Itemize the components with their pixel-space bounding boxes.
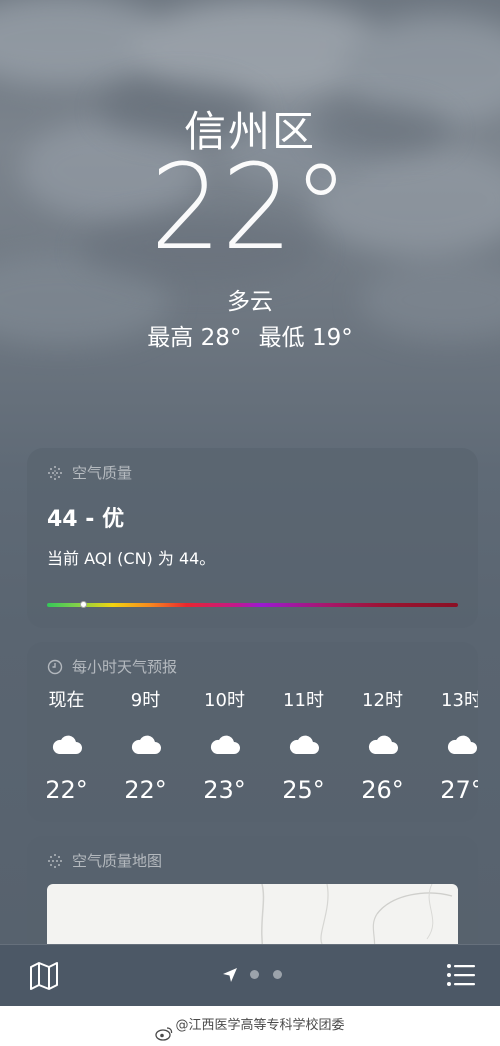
hour-temperature: 22° [45, 776, 88, 804]
cloud-icon [185, 722, 264, 766]
hourly-item: 现在 22° [27, 688, 106, 804]
air-quality-title: 空气质量 [72, 464, 133, 482]
page-dot-2[interactable] [273, 970, 282, 979]
hourly-forecast-list[interactable]: 现在 22° 9时 22° 10时 23° 11时 25° 12时 26° 13时 27° [27, 688, 478, 804]
air-quality-icon [47, 465, 63, 481]
hourly-item: 9时 22° [106, 688, 185, 804]
cloud-icon [106, 722, 185, 766]
hourly-forecast-card[interactable]: 每小时天气预报 现在 22° 9时 22° 10时 23° 11时 25° 12时 26° 13时 2… [27, 642, 478, 822]
hour-time: 12时 [362, 690, 403, 711]
air-quality-card[interactable]: 空气质量 44 - 优 当前 AQI (CN) 为 44。 [27, 448, 478, 628]
current-temperature: 22° [150, 138, 350, 276]
air-quality-map-title: 空气质量地图 [72, 852, 163, 870]
page-dot-1[interactable] [250, 970, 259, 979]
hourly-forecast-header: 每小时天气预报 [47, 656, 458, 677]
cloud-icon [343, 722, 422, 766]
hourly-item: 10时 23° [185, 688, 264, 804]
hour-temperature: 23° [203, 776, 246, 804]
bottom-toolbar [0, 944, 500, 1006]
hour-temperature: 22° [124, 776, 167, 804]
hour-time: 9时 [130, 690, 161, 711]
watermark: @江西医学高等专科学校团委 [0, 1006, 500, 1046]
air-quality-icon [47, 853, 63, 869]
hour-time: 13时 [441, 690, 478, 711]
hourly-item: 11时 25° [264, 688, 343, 804]
weather-condition: 多云 [227, 289, 273, 315]
cloud-icon [422, 722, 478, 766]
hourly-forecast-title: 每小时天气预报 [72, 658, 178, 676]
hourly-item: 12时 26° [343, 688, 422, 804]
watermark-text: @江西医学高等专科学校团委 [175, 1018, 345, 1033]
hour-temperature: 26° [361, 776, 404, 804]
cloud-icon [27, 722, 106, 766]
hour-time: 现在 [48, 690, 85, 711]
air-quality-header: 空气质量 [47, 462, 458, 483]
high-temperature: 最高 28° [147, 325, 242, 351]
hour-time: 10时 [204, 690, 245, 711]
low-temperature: 最低 19° [258, 325, 353, 351]
clock-icon [47, 659, 63, 675]
hour-temperature: 25° [282, 776, 325, 804]
high-low-temperature: 最高 28° 最低 19° [0, 318, 500, 352]
air-quality-map-card[interactable]: 空气质量地图 [27, 836, 478, 956]
cloud-icon [264, 722, 343, 766]
aqi-description: 当前 AQI (CN) 为 44。 [47, 549, 216, 568]
map-icon[interactable] [28, 961, 60, 991]
hour-temperature: 27° [440, 776, 478, 804]
aqi-indicator-dot [79, 601, 87, 608]
weibo-logo-icon [155, 1018, 173, 1041]
hourly-item: 13时 27° [422, 688, 478, 804]
aqi-scale-bar [47, 601, 458, 608]
watermark-footer: @江西医学高等专科学校团委 [0, 1006, 500, 1046]
air-quality-map-header: 空气质量地图 [47, 850, 458, 871]
hour-time: 11时 [283, 690, 324, 711]
location-arrow-icon[interactable] [222, 967, 238, 983]
aqi-value: 44 - 优 [47, 507, 125, 532]
list-icon[interactable] [446, 962, 476, 988]
